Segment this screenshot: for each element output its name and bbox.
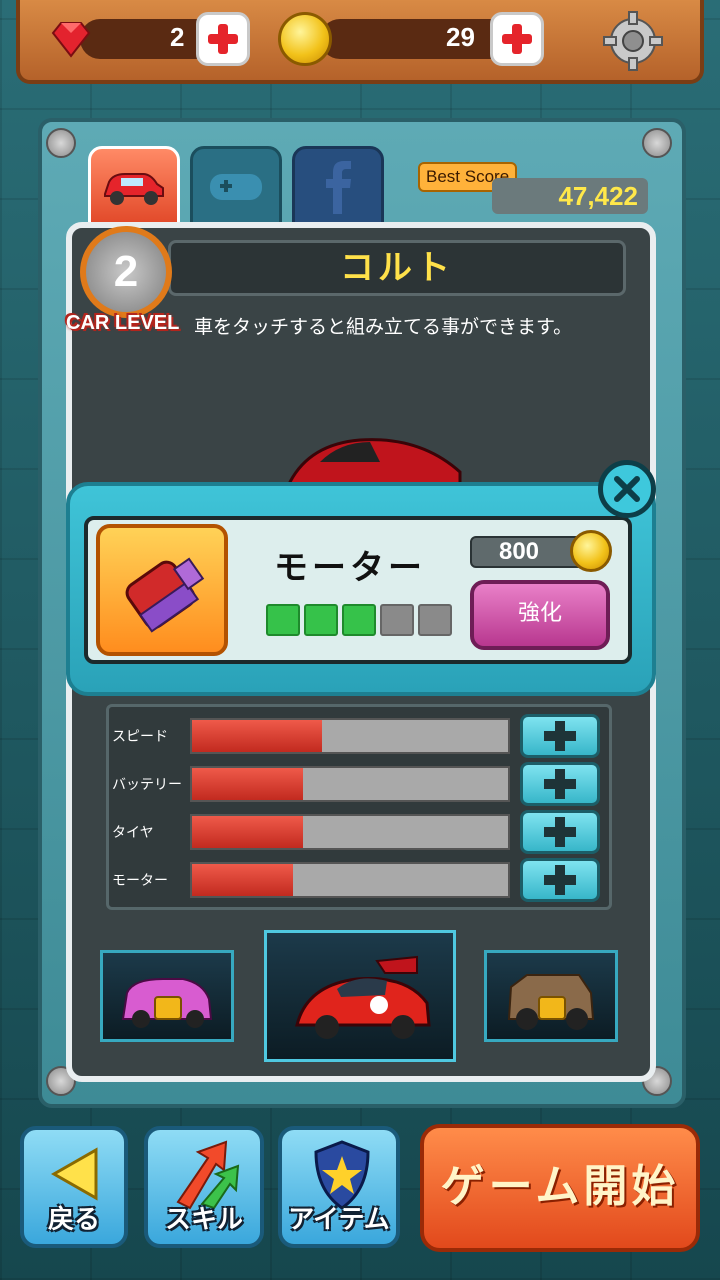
gem-icon: [51, 22, 91, 58]
part-level-pips: [266, 604, 452, 636]
stat-upgrade-button[interactable]: [520, 762, 600, 806]
tab-gamepad[interactable]: [190, 146, 282, 226]
level-pip: [304, 604, 338, 636]
stat-upgrade-button[interactable]: [520, 810, 600, 854]
level-pip: [342, 604, 376, 636]
skill-button[interactable]: スキル: [144, 1126, 264, 1248]
stat-bar: [190, 814, 510, 850]
stat-fill: [192, 864, 294, 896]
back-button[interactable]: 戻る: [20, 1126, 128, 1248]
upgrade-button[interactable]: 強化: [470, 580, 610, 650]
car-level-label: CAR LEVEL: [66, 312, 180, 334]
motor-part-icon: [96, 524, 228, 656]
assembly-hint: 車をタッチすると組み立てる事ができます。: [194, 316, 573, 338]
skill-label: スキル: [164, 1205, 243, 1235]
close-popup-button[interactable]: [598, 460, 656, 518]
bolt-icon: [642, 128, 672, 158]
stat-bar: [190, 766, 510, 802]
gamepad-icon: [210, 174, 262, 200]
coin-icon: [570, 530, 612, 572]
part-name: モーター: [274, 548, 426, 588]
bolt-icon: [46, 128, 76, 158]
plus-icon: [544, 721, 576, 751]
level-pip: [380, 604, 414, 636]
stat-upgrade-button[interactable]: [520, 858, 600, 902]
settings-gear-icon[interactable]: [602, 10, 664, 72]
item-label: アイテム: [288, 1205, 390, 1235]
plus-icon: [208, 24, 238, 54]
lock-icon: [154, 996, 182, 1020]
level-pip: [418, 604, 452, 636]
plus-icon: [544, 817, 576, 847]
back-label: 戻る: [47, 1205, 100, 1235]
plus-icon: [544, 865, 576, 895]
plus-icon: [502, 24, 532, 54]
level-pip: [266, 604, 300, 636]
item-button[interactable]: アイテム: [278, 1126, 400, 1248]
buy-gems-button[interactable]: [196, 12, 250, 66]
stat-upgrade-button[interactable]: [520, 714, 600, 758]
back-arrow-icon: [50, 1147, 98, 1201]
start-game-button[interactable]: ゲーム開始: [420, 1124, 700, 1252]
close-icon: [614, 476, 640, 502]
gem-count: 2: [170, 22, 185, 52]
tab-facebook[interactable]: [292, 146, 384, 226]
stat-label: スピード: [112, 729, 168, 745]
car-slot-selected[interactable]: [264, 930, 456, 1062]
stat-fill: [192, 768, 303, 800]
buy-coins-button[interactable]: [490, 12, 544, 66]
coin-count: 29: [446, 22, 475, 52]
tab-car[interactable]: [88, 146, 180, 226]
facebook-icon: [326, 161, 351, 214]
stat-bar: [190, 718, 510, 754]
coin-icon: [278, 12, 332, 66]
best-score-value: 47,422: [492, 178, 648, 214]
plus-icon: [544, 769, 576, 799]
car-name: コルト: [168, 240, 626, 296]
car-level-badge: 2: [80, 226, 172, 318]
stat-label: バッテリー: [112, 777, 182, 793]
stat-fill: [192, 816, 303, 848]
stat-fill: [192, 720, 322, 752]
car-icon: [104, 173, 164, 205]
stat-label: モーター: [112, 873, 168, 889]
lock-icon: [538, 996, 566, 1020]
stat-label: タイヤ: [112, 825, 154, 841]
red-race-car-icon: [295, 955, 431, 1039]
stat-bar: [190, 862, 510, 898]
